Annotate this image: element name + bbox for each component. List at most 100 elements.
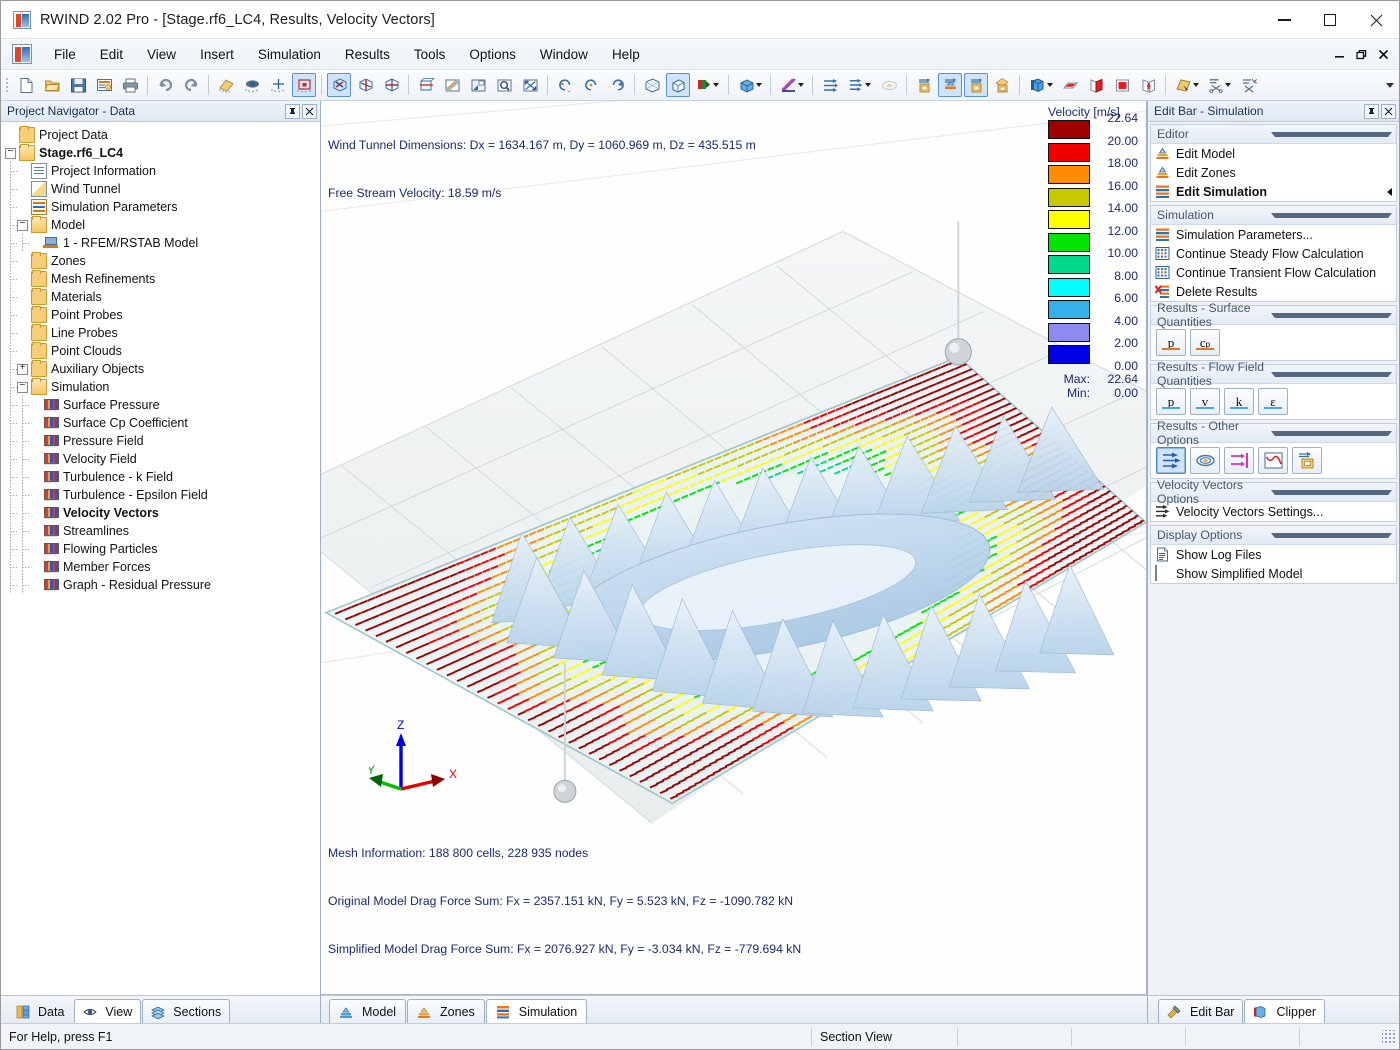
nav-tab-sections[interactable]: Sections <box>142 999 230 1023</box>
tree-item-1-rfem-rstab-model[interactable]: 1 - RFEM/RSTAB Model <box>5 234 320 252</box>
legend-swatch[interactable] <box>1048 120 1090 139</box>
legend-swatch[interactable] <box>1048 345 1090 364</box>
legend-swatch[interactable] <box>1048 165 1090 184</box>
mirror-plane-icon[interactable] <box>1136 73 1160 97</box>
colors-dropdown-icon[interactable] <box>776 73 807 97</box>
editbar-group-header[interactable]: Display Options <box>1151 526 1396 545</box>
menu-tools[interactable]: Tools <box>402 43 458 66</box>
tree-item-project-data[interactable]: Project Data <box>5 126 320 144</box>
tree-item-velocity-vectors[interactable]: Velocity Vectors <box>5 504 320 522</box>
legend-swatch[interactable] <box>1048 143 1090 162</box>
menu-edit[interactable]: Edit <box>88 43 135 66</box>
open-file-icon[interactable] <box>40 73 64 97</box>
clip-plane-yz-icon[interactable] <box>1084 73 1108 97</box>
chevron-down-icon[interactable] <box>1271 132 1393 137</box>
editbar-item-show-simplified-model[interactable]: Show Simplified Model <box>1151 564 1396 583</box>
mdi-minimize-button[interactable] <box>1329 44 1349 66</box>
clipper-box-dropdown-icon[interactable] <box>1025 73 1056 97</box>
chevron-down-icon[interactable] <box>1271 490 1393 495</box>
wireframe-box-icon[interactable] <box>640 73 664 97</box>
velocity-legend[interactable]: Velocity [m/s] 22.6420.0018.0016.0014.00… <box>1048 105 1138 400</box>
tree-item-stage-rf6-lc4[interactable]: −Stage.rf6_LC4 <box>5 144 320 162</box>
viewport-tab-simulation[interactable]: Simulation <box>486 999 587 1023</box>
editbar-item-delete-results[interactable]: Delete Results <box>1151 282 1396 301</box>
editbar-item-simulation-parameters[interactable]: Simulation Parameters... <box>1151 225 1396 244</box>
editbar-item-continue-steady-flow-calculation[interactable]: Continue Steady Flow Calculation <box>1151 244 1396 263</box>
zoom-all-icon[interactable] <box>518 73 542 97</box>
selection-box-icon[interactable] <box>292 73 316 97</box>
zoom-window-icon[interactable] <box>466 73 490 97</box>
menu-results[interactable]: Results <box>333 43 402 66</box>
window-minimize-button[interactable] <box>1261 1 1307 39</box>
tree-item-point-clouds[interactable]: Point Clouds <box>5 342 320 360</box>
menu-app-icon[interactable] <box>12 44 32 64</box>
legend-swatch[interactable] <box>1048 210 1090 229</box>
pick-plane-dropdown-icon[interactable] <box>1171 73 1202 97</box>
snap-grid-icon[interactable] <box>266 73 290 97</box>
project-info-icon[interactable] <box>92 73 116 97</box>
tree-item-wind-tunnel[interactable]: Wind Tunnel <box>5 180 320 198</box>
3d-viewport[interactable]: Wind Tunnel Dimensions: Dx = 1634.167 m,… <box>321 101 1147 995</box>
rotate-ccw-icon[interactable] <box>579 73 603 97</box>
tree-item-mesh-refinements[interactable]: Mesh Refinements <box>5 270 320 288</box>
menu-options[interactable]: Options <box>457 43 528 66</box>
menu-help[interactable]: Help <box>600 43 652 66</box>
chevron-down-icon[interactable] <box>1271 372 1393 377</box>
tree-item-point-probes[interactable]: Point Probes <box>5 306 320 324</box>
render-shaded-icon[interactable] <box>214 73 238 97</box>
editbar-group-header[interactable]: Velocity Vectors Options <box>1151 483 1396 502</box>
window-maximize-button[interactable] <box>1307 1 1353 39</box>
legend-swatch[interactable] <box>1048 323 1090 342</box>
tree-expander-collapse[interactable]: − <box>5 148 16 159</box>
editbar-item-velocity-vectors-settings[interactable]: Velocity Vectors Settings... <box>1151 502 1396 521</box>
toolbar-grip[interactable] <box>4 74 11 96</box>
velocity-vectors-button[interactable] <box>1156 447 1186 474</box>
editbar-group-header[interactable]: Results - Surface Quantities <box>1151 306 1396 325</box>
solid-box-icon[interactable] <box>666 73 690 97</box>
tree-item-model[interactable]: −Model <box>5 216 320 234</box>
member-forces-button[interactable] <box>1292 447 1322 474</box>
tree-item-simulation-parameters[interactable]: Simulation Parameters <box>5 198 320 216</box>
editbar-tab-clipper[interactable]: Clipper <box>1244 999 1325 1023</box>
streamlines-button[interactable] <box>1190 447 1220 474</box>
view-yz-icon[interactable] <box>379 73 403 97</box>
tree-item-surface-pressure[interactable]: Surface Pressure <box>5 396 320 414</box>
result-render-icon[interactable] <box>990 73 1014 97</box>
surface-cp-button[interactable]: cp <box>1190 329 1220 356</box>
mdi-restore-button[interactable] <box>1351 44 1371 66</box>
editbar-item-edit-zones[interactable]: Edit Zones <box>1151 163 1396 182</box>
tree-item-simulation[interactable]: −Simulation <box>5 378 320 396</box>
clip-plane-xy-icon[interactable] <box>1058 73 1082 97</box>
viewport-tab-zones[interactable]: Zones <box>407 999 485 1023</box>
cut-tool-dropdown-icon[interactable] <box>1204 73 1235 97</box>
menu-window[interactable]: Window <box>528 43 600 66</box>
redo-icon[interactable] <box>179 73 203 97</box>
navigator-tree[interactable]: Project Data−Stage.rf6_LC4Project Inform… <box>1 122 320 995</box>
tree-item-member-forces[interactable]: Member Forces <box>5 558 320 576</box>
legend-swatch[interactable] <box>1048 188 1090 207</box>
tree-item-surface-cp-coefficient[interactable]: Surface Cp Coefficient <box>5 414 320 432</box>
resize-grip[interactable] <box>1382 1030 1396 1044</box>
checkbox-unchecked[interactable] <box>1155 565 1157 581</box>
legend-swatch[interactable] <box>1048 300 1090 319</box>
editbar-group-header[interactable]: Simulation <box>1151 206 1396 225</box>
tree-item-project-information[interactable]: Project Information <box>5 162 320 180</box>
toolbar-overflow-button[interactable] <box>1384 74 1396 96</box>
view-xy-icon[interactable] <box>414 73 438 97</box>
editbar-group-header[interactable]: Results - Other Options <box>1151 424 1396 443</box>
tree-item-velocity-field[interactable]: Velocity Field <box>5 450 320 468</box>
editbar-item-show-log-files[interactable]: Show Log Files <box>1151 545 1396 564</box>
menu-insert[interactable]: Insert <box>188 43 246 66</box>
visibility-dropdown-icon[interactable] <box>692 73 723 97</box>
flow-epsilon-button[interactable]: ε <box>1258 388 1288 415</box>
clean-cuts-icon[interactable] <box>1237 73 1261 97</box>
chevron-down-icon[interactable] <box>1271 533 1393 538</box>
clip-plane-xz-icon[interactable] <box>1110 73 1134 97</box>
editbar-group-header[interactable]: Results - Flow Field Quantities <box>1151 365 1396 384</box>
residual-graph-button[interactable] <box>1258 447 1288 474</box>
window-close-button[interactable] <box>1353 1 1399 39</box>
legend-swatch[interactable] <box>1048 255 1090 274</box>
result-section-icon[interactable] <box>964 73 988 97</box>
mdi-close-button[interactable] <box>1373 44 1393 66</box>
print-icon[interactable] <box>118 73 142 97</box>
